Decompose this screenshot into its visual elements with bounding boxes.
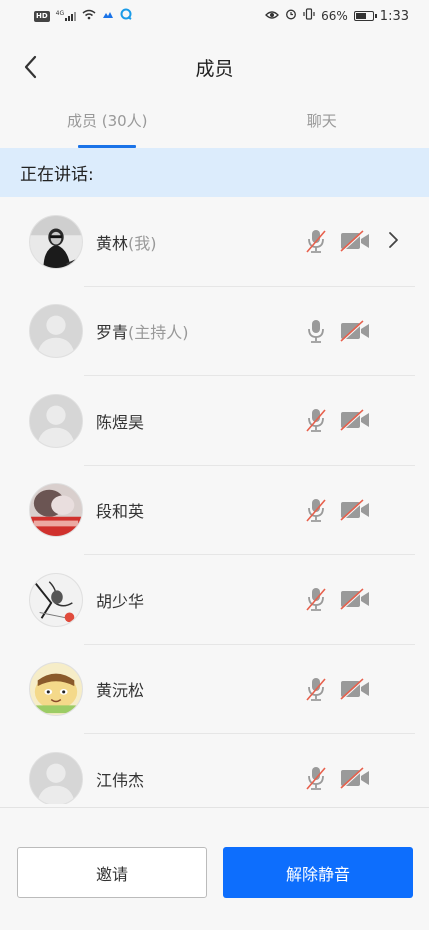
chevron-right-icon[interactable]	[387, 230, 401, 250]
member-role: (我)	[128, 233, 157, 253]
member-name: 陈煜昊	[96, 409, 429, 433]
avatar	[29, 393, 83, 448]
member-name-text: 江伟杰	[96, 770, 145, 790]
camera-off-icon[interactable]	[340, 319, 370, 342]
tab-chat-label: 聊天	[306, 112, 337, 130]
app-notification-icon	[102, 9, 114, 24]
mic-muted-icon[interactable]	[305, 765, 327, 791]
battery-fill	[355, 13, 366, 19]
avatar	[29, 214, 83, 269]
member-row[interactable]: 罗青(主持人)	[0, 287, 429, 377]
camera-off-icon[interactable]	[340, 767, 370, 789]
status-right: 66% 1:33	[265, 8, 409, 24]
status-left: HD 4G	[34, 8, 132, 24]
member-row[interactable]: 黄林(我)	[0, 197, 429, 287]
unmute-button[interactable]: 解除静音	[223, 847, 413, 898]
invite-button[interactable]: 邀请	[17, 847, 207, 898]
tab-chat[interactable]: 聊天	[215, 102, 429, 148]
member-name-text: 罗青	[96, 323, 129, 343]
vibrate-icon	[303, 8, 315, 24]
chevron-left-icon	[24, 55, 37, 79]
member-name: 黄沅松	[96, 677, 429, 701]
signal-label: 4G	[55, 10, 65, 17]
member-role: (主持人)	[128, 323, 189, 343]
member-name-text: 胡少华	[96, 591, 145, 611]
network-badge: HD	[34, 10, 50, 22]
member-list[interactable]: 黄林(我) 罗青(主持人) 陈煜昊段和英胡少华黄沅松江伟杰	[0, 197, 429, 804]
title-bar: 成员	[0, 32, 429, 102]
battery-icon	[353, 11, 377, 21]
member-row[interactable]: 江伟杰	[0, 734, 429, 804]
member-row[interactable]: 胡少华	[0, 555, 429, 645]
battery-percent: 66%	[321, 9, 348, 23]
camera-off-icon[interactable]	[340, 409, 370, 431]
mic-muted-icon[interactable]	[305, 407, 327, 433]
member-name-text: 黄沅松	[96, 681, 145, 701]
camera-off-icon[interactable]	[340, 230, 370, 252]
clock: 1:33	[379, 8, 409, 24]
avatar	[29, 304, 83, 359]
bottom-action-bar: 邀请 解除静音	[0, 807, 429, 930]
speaking-indicator: 正在讲话:	[0, 148, 429, 197]
tab-members-label: 成员 (30人)	[66, 112, 148, 130]
camera-off-icon[interactable]	[340, 498, 370, 521]
wifi-icon	[82, 9, 96, 24]
camera-off-icon[interactable]	[340, 588, 370, 610]
speaking-label: 正在讲话:	[20, 165, 94, 185]
active-tab-indicator	[78, 145, 137, 148]
alarm-icon	[285, 8, 297, 24]
page-title: 成员	[195, 57, 234, 80]
signal-icon: 4G	[55, 10, 77, 21]
mic-icon[interactable]	[305, 318, 327, 344]
member-name: 黄林(我)	[96, 230, 429, 254]
eye-icon	[265, 9, 280, 24]
member-name-text: 黄林	[96, 233, 129, 253]
status-bar: HD 4G 66% 1:33	[0, 0, 429, 32]
member-name-text: 段和英	[96, 502, 145, 522]
member-name: 江伟杰	[96, 767, 429, 791]
tab-bar: 成员 (30人) 聊天	[0, 102, 429, 148]
mic-muted-icon[interactable]	[305, 497, 327, 523]
mic-muted-icon[interactable]	[305, 676, 327, 702]
mic-muted-icon[interactable]	[305, 586, 327, 612]
app-notification-icon-2	[120, 8, 132, 24]
member-name: 罗青(主持人)	[96, 319, 429, 343]
member-row[interactable]: 陈煜昊	[0, 376, 429, 466]
avatar	[29, 751, 83, 804]
member-name: 胡少华	[96, 588, 429, 612]
member-name-text: 陈煜昊	[96, 412, 145, 432]
mic-muted-icon[interactable]	[305, 228, 327, 254]
camera-off-icon[interactable]	[340, 677, 370, 700]
back-button[interactable]	[18, 54, 44, 80]
avatar	[29, 572, 83, 627]
tab-members[interactable]: 成员 (30人)	[0, 102, 215, 148]
avatar	[29, 483, 83, 538]
member-row[interactable]: 段和英	[0, 466, 429, 556]
member-name: 段和英	[96, 498, 429, 522]
avatar	[29, 662, 83, 717]
member-row[interactable]: 黄沅松	[0, 645, 429, 735]
